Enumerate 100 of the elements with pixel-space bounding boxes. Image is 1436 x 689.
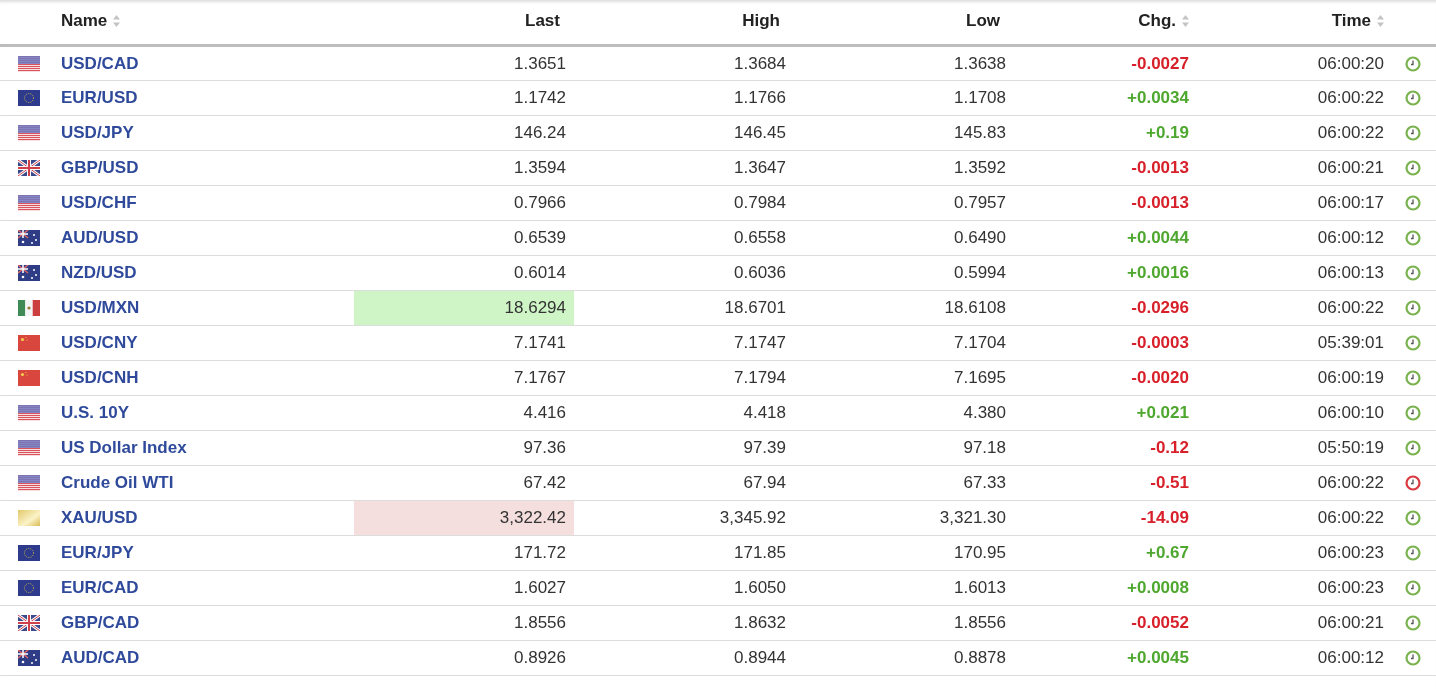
instrument-link[interactable]: AUD/CAD [61, 648, 140, 667]
change-cell: +0.021 [1014, 395, 1197, 431]
price-cell: 7.1704 [794, 325, 1014, 361]
price-cell: 4.416 [354, 395, 574, 431]
change-cell: +0.19 [1014, 115, 1197, 151]
change-cell: +0.0044 [1014, 220, 1197, 256]
price-cell: 1.6013 [794, 570, 1014, 606]
price-cell: 0.8878 [794, 640, 1014, 676]
sort-icon[interactable] [1377, 15, 1384, 27]
instrument-link[interactable]: USD/JPY [61, 123, 134, 142]
instrument-link[interactable]: GBP/CAD [61, 613, 140, 632]
price-cell: 0.8944 [574, 640, 794, 676]
time-cell: 06:00:20 [1197, 45, 1392, 81]
price-cell: 0.5994 [794, 255, 1014, 291]
price-cell: 18.6108 [794, 290, 1014, 326]
price-cell: 67.33 [794, 465, 1014, 501]
instrument-link[interactable]: Crude Oil WTI [61, 473, 174, 492]
sort-icon[interactable] [113, 15, 121, 27]
change-cell: +0.0034 [1014, 80, 1197, 116]
price-cell: 1.1708 [794, 80, 1014, 116]
price-cell: 4.418 [574, 395, 794, 431]
price-cell: 7.1794 [574, 360, 794, 396]
instrument-link[interactable]: AUD/USD [61, 228, 139, 247]
price-cell: 170.95 [794, 535, 1014, 571]
price-cell: 1.8556 [354, 605, 574, 641]
instrument-link[interactable]: USD/CNY [61, 333, 138, 352]
price-cell: 7.1741 [354, 325, 574, 361]
time-cell: 05:39:01 [1197, 325, 1392, 361]
instrument-link[interactable]: EUR/USD [61, 88, 138, 107]
time-cell: 06:00:23 [1197, 535, 1392, 571]
price-cell: 1.3684 [574, 45, 794, 81]
instrument-link[interactable]: XAU/USD [61, 508, 138, 527]
change-cell: -0.12 [1014, 430, 1197, 466]
instrument-link[interactable]: US Dollar Index [61, 438, 187, 457]
instrument-link[interactable]: USD/MXN [61, 298, 140, 317]
price-cell: 0.6014 [354, 255, 574, 291]
price-cell: 0.6539 [354, 220, 574, 256]
price-cell: 1.1742 [354, 80, 574, 116]
instrument-link[interactable]: USD/CHF [61, 193, 137, 212]
price-cell: 97.39 [574, 430, 794, 466]
time-cell: 06:00:22 [1197, 500, 1392, 536]
price-cell: 0.6558 [574, 220, 794, 256]
price-cell: 67.94 [574, 465, 794, 501]
price-cell: 1.6027 [354, 570, 574, 606]
time-cell: 06:00:22 [1197, 290, 1392, 326]
change-cell: -0.0027 [1014, 45, 1197, 81]
price-cell: 1.3651 [354, 45, 574, 81]
column-header[interactable]: Name [61, 11, 108, 31]
change-cell: -0.0013 [1014, 150, 1197, 186]
instrument-link[interactable]: USD/CNH [61, 368, 139, 387]
change-cell: +0.0045 [1014, 640, 1197, 676]
price-cell: 1.6050 [574, 570, 794, 606]
price-cell: 67.42 [354, 465, 574, 501]
change-cell: +0.0008 [1014, 570, 1197, 606]
price-cell: 1.8556 [794, 605, 1014, 641]
column-header[interactable]: Time [1331, 11, 1371, 31]
time-cell: 06:00:22 [1197, 80, 1392, 116]
change-cell: -14.09 [1014, 500, 1197, 536]
price-cell: 146.45 [574, 115, 794, 151]
change-cell: -0.0013 [1014, 185, 1197, 221]
price-cell: 146.24 [354, 115, 574, 151]
instrument-link[interactable]: U.S. 10Y [61, 403, 130, 422]
price-cell: 3,345.92 [574, 500, 794, 536]
time-cell: 06:00:19 [1197, 360, 1392, 396]
instrument-link[interactable]: GBP/USD [61, 158, 139, 177]
price-cell: 1.3594 [354, 150, 574, 186]
time-cell: 06:00:12 [1197, 640, 1392, 676]
price-cell: 0.6036 [574, 255, 794, 291]
price-cell: 18.6294 [354, 290, 574, 326]
column-header[interactable]: Chg. [1138, 11, 1176, 31]
time-cell: 06:00:17 [1197, 185, 1392, 221]
change-cell: +0.0016 [1014, 255, 1197, 291]
instrument-link[interactable]: USD/CAD [61, 53, 139, 73]
price-cell: 145.83 [794, 115, 1014, 151]
price-cell: 0.6490 [794, 220, 1014, 256]
sort-icon[interactable] [1182, 15, 1189, 27]
price-cell: 97.18 [794, 430, 1014, 466]
price-cell: 7.1747 [574, 325, 794, 361]
price-cell: 18.6701 [574, 290, 794, 326]
price-cell: 171.85 [574, 535, 794, 571]
price-cell: 1.3647 [574, 150, 794, 186]
price-cell: 7.1695 [794, 360, 1014, 396]
price-cell: 0.7984 [574, 185, 794, 221]
change-cell: -0.0020 [1014, 360, 1197, 396]
price-cell: 0.7966 [354, 185, 574, 221]
change-cell: +0.67 [1014, 535, 1197, 571]
price-cell: 7.1767 [354, 360, 574, 396]
instrument-link[interactable]: EUR/CAD [61, 578, 139, 597]
instrument-link[interactable]: EUR/JPY [61, 543, 134, 562]
change-cell: -0.51 [1014, 465, 1197, 501]
price-cell: 97.36 [354, 430, 574, 466]
price-cell: 1.3638 [794, 45, 1014, 81]
time-cell: 06:00:22 [1197, 115, 1392, 151]
time-cell: 06:00:13 [1197, 255, 1392, 291]
price-cell: 4.380 [794, 395, 1014, 431]
time-cell: 06:00:22 [1197, 465, 1392, 501]
instrument-link[interactable]: NZD/USD [61, 263, 137, 282]
column-header: High [742, 11, 780, 31]
time-cell: 06:00:23 [1197, 570, 1392, 606]
time-cell: 05:50:19 [1197, 430, 1392, 466]
